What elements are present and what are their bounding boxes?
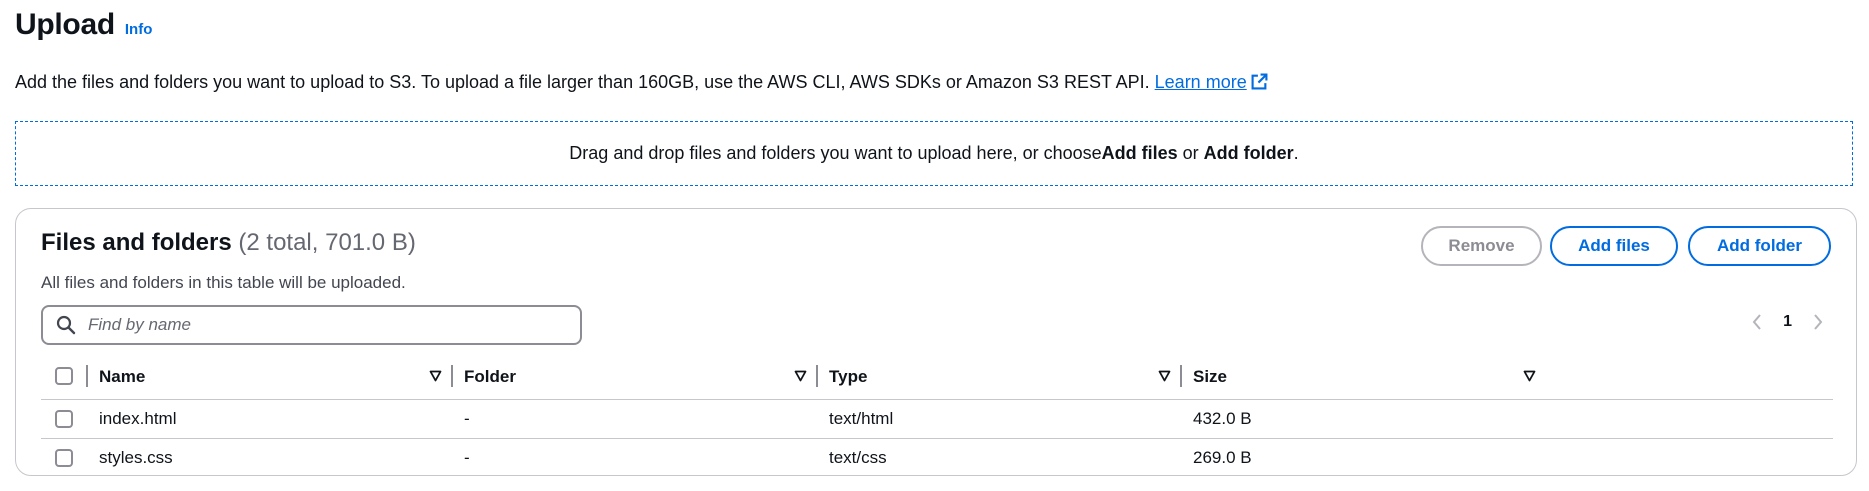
- search-box: [41, 305, 582, 345]
- sort-down-icon[interactable]: [1523, 370, 1536, 382]
- files-table: Name Folder Type Size index.html - text/…: [41, 353, 1833, 477]
- column-header-folder[interactable]: Folder: [464, 367, 516, 387]
- cell-name: index.html: [99, 409, 177, 428]
- search-input[interactable]: [86, 314, 560, 336]
- cell-size: 432.0 B: [1193, 409, 1252, 428]
- dropzone-add-files: Add files: [1101, 143, 1178, 163]
- panel-title: Files and folders (2 total, 701.0 B): [41, 229, 416, 257]
- search-icon: [56, 315, 76, 335]
- column-divider[interactable]: [1180, 365, 1182, 387]
- table-header-row: Name Folder Type Size: [41, 353, 1833, 400]
- current-page-number[interactable]: 1: [1783, 313, 1792, 331]
- panel-subtitle: All files and folders in this table will…: [41, 273, 406, 292]
- drop-zone[interactable]: Drag and drop files and folders you want…: [15, 121, 1853, 186]
- page-header: Upload Info: [15, 8, 152, 42]
- table-row[interactable]: styles.css - text/css 269.0 B: [41, 439, 1833, 477]
- row-checkbox[interactable]: [55, 410, 73, 428]
- column-header-type[interactable]: Type: [829, 367, 867, 387]
- add-files-button[interactable]: Add files: [1550, 226, 1678, 266]
- sort-down-icon[interactable]: [794, 370, 807, 382]
- upload-page: Upload Info Add the files and folders yo…: [0, 0, 1869, 491]
- chevron-left-icon[interactable]: [1745, 313, 1769, 331]
- dropzone-add-folder: Add folder: [1203, 143, 1294, 163]
- select-all-checkbox[interactable]: [55, 367, 73, 385]
- add-folder-button[interactable]: Add folder: [1688, 226, 1831, 266]
- files-and-folders-panel: Files and folders (2 total, 701.0 B) All…: [15, 208, 1857, 476]
- cell-type: text/html: [829, 409, 894, 428]
- table-row[interactable]: index.html - text/html 432.0 B: [41, 400, 1833, 439]
- info-link[interactable]: Info: [125, 21, 153, 38]
- pagination: 1: [1745, 313, 1830, 331]
- column-divider: [86, 365, 88, 387]
- panel-count: (2 total, 701.0 B): [238, 229, 416, 256]
- cell-name: styles.css: [99, 448, 173, 467]
- row-checkbox[interactable]: [55, 449, 73, 467]
- external-link-icon: [1251, 73, 1268, 95]
- column-header-size[interactable]: Size: [1193, 367, 1227, 387]
- cell-size: 269.0 B: [1193, 448, 1252, 467]
- learn-more-link[interactable]: Learn more: [1155, 72, 1268, 92]
- dropzone-period: .: [1293, 143, 1299, 163]
- page-title: Upload: [15, 8, 115, 41]
- remove-button[interactable]: Remove: [1421, 226, 1542, 266]
- description-text: Add the files and folders you want to up…: [15, 72, 1155, 92]
- cell-folder: -: [464, 409, 470, 428]
- learn-more-label: Learn more: [1154, 72, 1247, 92]
- column-header-name[interactable]: Name: [99, 367, 145, 387]
- cell-folder: -: [464, 448, 470, 467]
- sort-down-icon[interactable]: [1158, 370, 1171, 382]
- page-description: Add the files and folders you want to up…: [15, 72, 1268, 95]
- dropzone-or: or: [1177, 143, 1204, 163]
- chevron-right-icon[interactable]: [1806, 313, 1830, 331]
- panel-title-text: Files and folders: [41, 229, 232, 256]
- dropzone-text: Drag and drop files and folders you want…: [569, 143, 1102, 163]
- sort-down-icon[interactable]: [429, 370, 442, 382]
- column-divider[interactable]: [451, 365, 453, 387]
- cell-type: text/css: [829, 448, 887, 467]
- column-divider[interactable]: [816, 365, 818, 387]
